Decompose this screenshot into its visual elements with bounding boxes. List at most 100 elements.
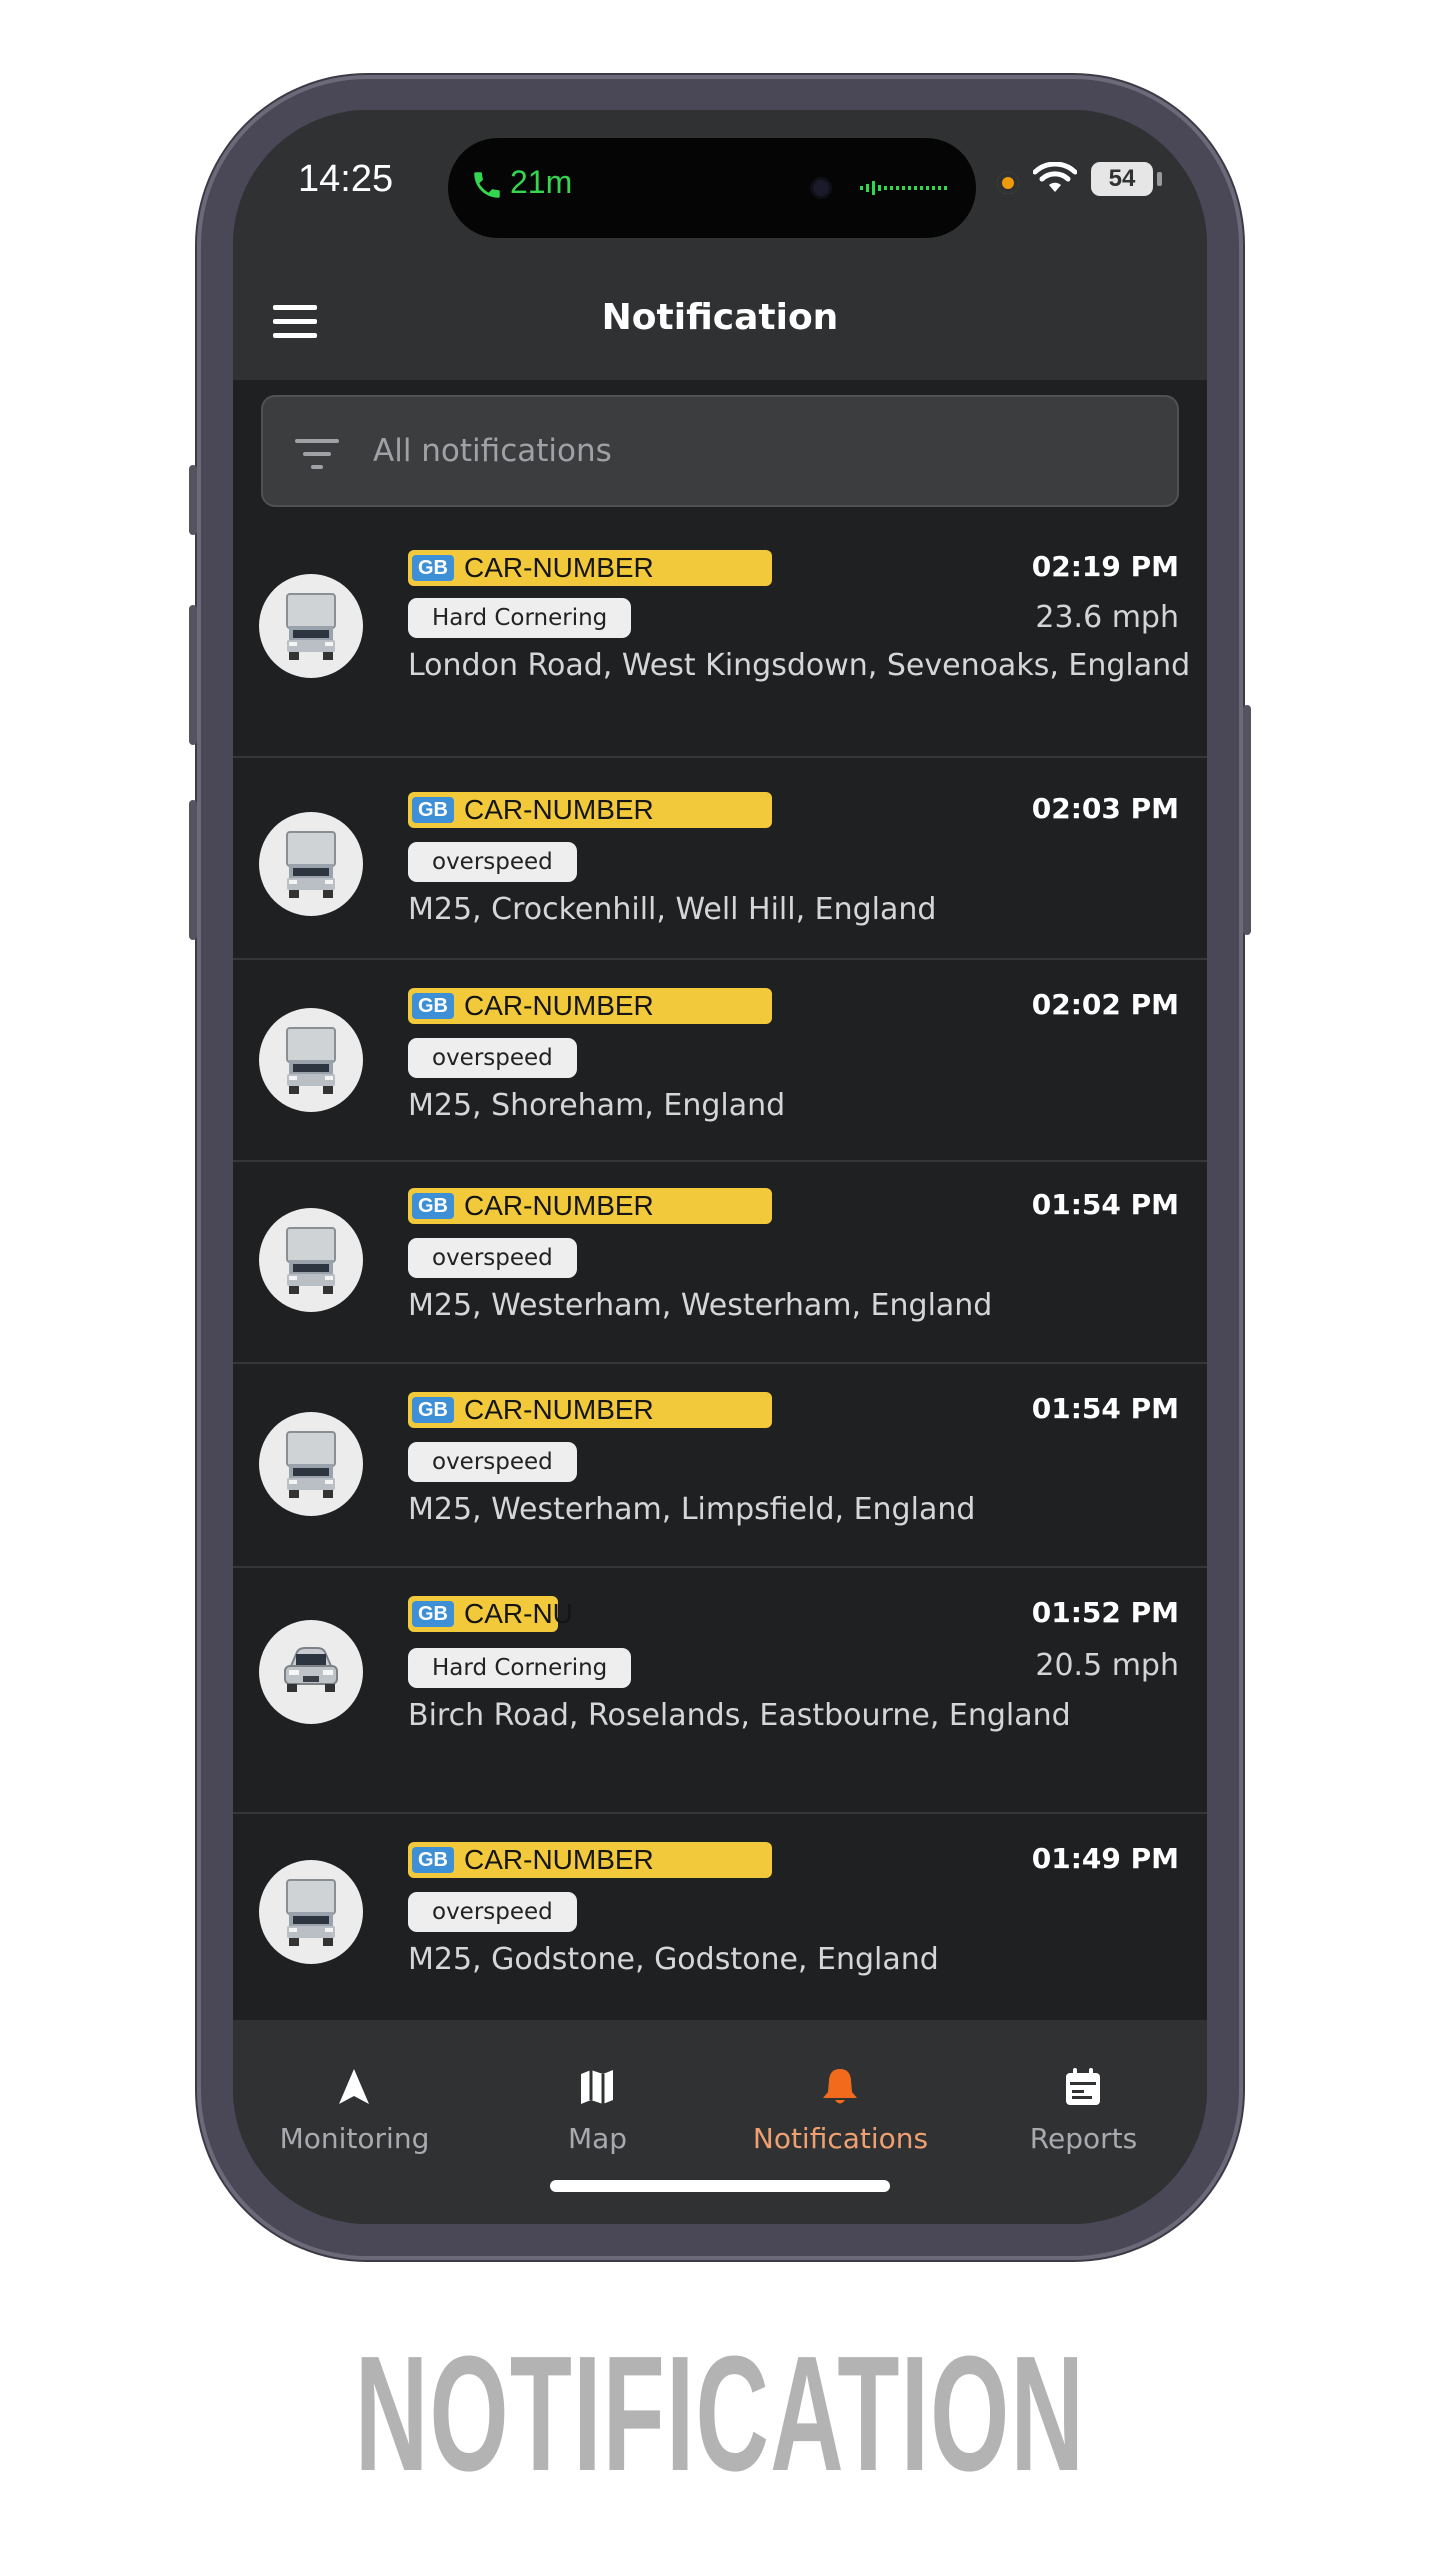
vehicle-avatar <box>259 1208 363 1312</box>
vehicle-avatar <box>259 1412 363 1516</box>
notification-time: 01:54 PM <box>1031 1188 1179 1221</box>
wifi-icon <box>1033 162 1077 192</box>
notification-time: 02:19 PM <box>1031 550 1179 583</box>
notification-time: 01:54 PM <box>1031 1392 1179 1425</box>
action-button <box>189 465 197 535</box>
license-plate: GB CAR-NU <box>408 1596 573 1632</box>
notification-item[interactable]: GB CAR-NUMBER overspeed 01:54 PM M25, We… <box>233 1162 1207 1364</box>
truck-icon <box>286 1879 336 1946</box>
filter-icon <box>295 439 339 469</box>
event-type-badge: Hard Cornering <box>408 1648 632 1688</box>
notification-time: 02:02 PM <box>1031 988 1179 1021</box>
notification-item[interactable]: GB CAR-NUMBER overspeed 02:02 PM M25, Sh… <box>233 960 1207 1162</box>
license-plate: GB CAR-NUMBER <box>408 1188 772 1224</box>
vehicle-avatar <box>259 574 363 678</box>
dynamic-island[interactable]: 21m <box>448 138 976 238</box>
license-plate: GB CAR-NUMBER <box>408 1392 772 1428</box>
notification-address: M25, Godstone, Godstone, England <box>408 1942 939 1977</box>
license-plate: GB CAR-NUMBER <box>408 1842 772 1878</box>
notification-item[interactable]: GB CAR-NU Hard Cornering 01:52 PM 20.5 m… <box>233 1568 1207 1814</box>
plate-number: CAR-NUMBER <box>464 1394 654 1425</box>
notification-item[interactable]: GB CAR-NUMBER overspeed 01:54 PM M25, We… <box>233 1364 1207 1568</box>
event-type-badge: overspeed <box>408 1892 577 1932</box>
calendar-icon <box>1066 2068 1100 2105</box>
truck-icon <box>286 1027 336 1094</box>
notification-time: 01:52 PM <box>1031 1596 1179 1629</box>
nav-tab-notifications[interactable]: Notifications <box>719 2020 962 2180</box>
truck-icon <box>286 1431 336 1498</box>
notification-address: M25, Shoreham, England <box>408 1088 786 1123</box>
plate-number: CAR-NUMBER <box>464 794 654 825</box>
nav-tab-monitoring[interactable]: Monitoring <box>233 2020 476 2180</box>
notification-address: London Road, West Kingsdown, Sevenoaks, … <box>408 648 1191 683</box>
notification-address: Birch Road, Roselands, Eastbourne, Engla… <box>408 1698 1071 1733</box>
phone-call-icon <box>474 172 500 198</box>
notification-filter-select[interactable]: All notifications <box>261 395 1179 507</box>
navigation-arrow-icon <box>339 2069 369 2104</box>
truck-icon <box>286 1227 336 1294</box>
car-icon <box>284 1647 338 1692</box>
notification-address: M25, Crockenhill, Well Hill, England <box>408 892 937 927</box>
notification-address: M25, Westerham, Westerham, England <box>408 1288 993 1323</box>
phone-screen: 14:25 21m 54 Notification All notificati… <box>233 110 1207 2224</box>
volume-up-button <box>189 605 197 745</box>
power-button <box>1243 705 1251 935</box>
plate-country: GB <box>412 1601 454 1627</box>
vehicle-avatar <box>259 812 363 916</box>
notification-item[interactable]: GB CAR-NUMBER Hard Cornering 02:19 PM 23… <box>233 550 1207 758</box>
notification-item[interactable]: GB CAR-NUMBER overspeed 01:49 PM M25, Go… <box>233 1814 1207 2020</box>
promo-caption: NOTIFICATION <box>354 2322 1086 2505</box>
plate-country: GB <box>412 797 454 823</box>
event-type-badge: overspeed <box>408 1238 577 1278</box>
plate-country: GB <box>412 993 454 1019</box>
filter-value: All notifications <box>373 433 612 469</box>
plate-number: CAR-NU <box>464 1598 573 1629</box>
vehicle-avatar <box>259 1860 363 1964</box>
status-time: 14:25 <box>298 158 394 200</box>
status-bar: 14:25 21m 54 <box>233 110 1207 260</box>
plate-number: CAR-NUMBER <box>464 1190 654 1221</box>
audio-waveform-icon <box>860 181 947 195</box>
privacy-indicator-dot <box>997 172 1019 194</box>
notification-time: 01:49 PM <box>1031 1842 1179 1875</box>
plate-number: CAR-NUMBER <box>464 1844 654 1875</box>
nav-tab-label: Monitoring <box>279 2122 430 2155</box>
app-header: Notification <box>233 260 1207 380</box>
bell-icon <box>823 2069 857 2104</box>
nav-tab-label: Map <box>567 2122 628 2155</box>
license-plate: GB CAR-NUMBER <box>408 792 772 828</box>
truck-icon <box>286 831 336 898</box>
plate-country: GB <box>412 555 454 581</box>
plate-country: GB <box>412 1193 454 1219</box>
notification-address: M25, Westerham, Limpsfield, England <box>408 1492 976 1527</box>
notification-time: 02:03 PM <box>1031 792 1179 825</box>
front-camera <box>813 180 829 196</box>
nav-tab-map[interactable]: Map <box>476 2020 719 2180</box>
battery-tip <box>1157 172 1162 186</box>
event-type-badge: overspeed <box>408 1442 577 1482</box>
bottom-navigation: Monitoring Map Notifications Reports <box>233 2020 1207 2224</box>
vehicle-avatar <box>259 1008 363 1112</box>
battery-indicator: 54 <box>1091 162 1153 196</box>
nav-tab-label: Reports <box>1029 2122 1138 2155</box>
event-type-badge: overspeed <box>408 842 577 882</box>
notification-item[interactable]: GB CAR-NUMBER overspeed 02:03 PM M25, Cr… <box>233 758 1207 960</box>
truck-icon <box>286 593 336 660</box>
plate-country: GB <box>412 1847 454 1873</box>
plate-country: GB <box>412 1397 454 1423</box>
vehicle-avatar <box>259 1620 363 1724</box>
nav-tab-reports[interactable]: Reports <box>962 2020 1205 2180</box>
page-title: Notification <box>601 297 839 338</box>
call-duration: 21m <box>510 164 573 200</box>
volume-down-button <box>189 800 197 940</box>
home-indicator[interactable] <box>550 2180 890 2192</box>
plate-number: CAR-NUMBER <box>464 990 654 1021</box>
license-plate: GB CAR-NUMBER <box>408 550 772 586</box>
notification-speed: 23.6 mph <box>1035 600 1179 635</box>
nav-tab-label: Notifications <box>752 2122 929 2155</box>
event-type-badge: Hard Cornering <box>408 598 632 638</box>
notification-speed: 20.5 mph <box>1035 1648 1179 1683</box>
map-icon <box>581 2070 613 2104</box>
plate-number: CAR-NUMBER <box>464 552 654 583</box>
event-type-badge: overspeed <box>408 1038 577 1078</box>
